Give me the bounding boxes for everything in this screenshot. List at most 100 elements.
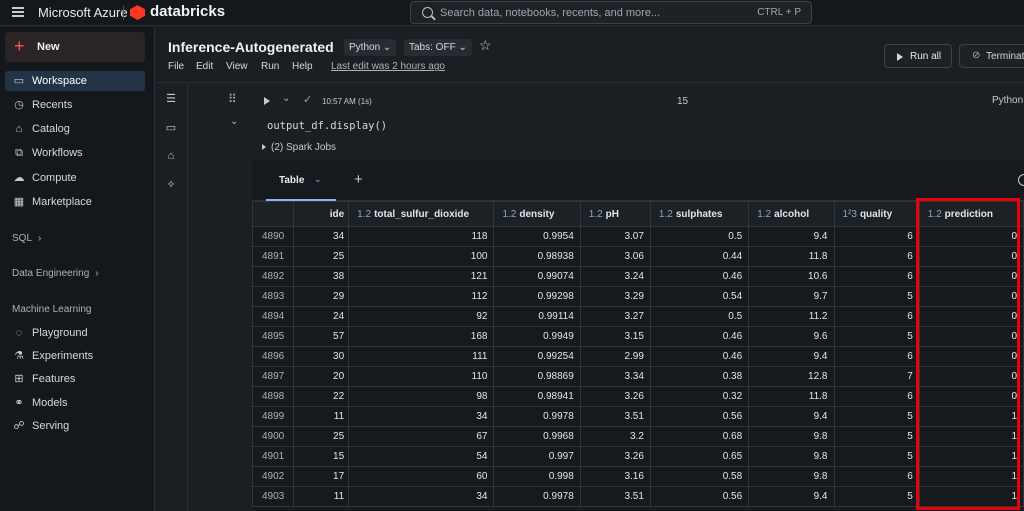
language-selector[interactable]: Python ⌄ (344, 39, 397, 56)
table-cell[interactable]: 3.24 (579, 266, 651, 287)
table-cell[interactable]: 10.6 (748, 266, 835, 287)
table-cell[interactable]: 0 (918, 246, 1024, 267)
table-cell[interactable]: 0.9954 (493, 226, 581, 247)
table-cell[interactable]: 3.15 (579, 326, 651, 347)
table-cell[interactable]: 6 (833, 346, 920, 367)
table-cell[interactable]: 0.44 (649, 246, 750, 267)
table-cell[interactable]: 112 (348, 286, 495, 307)
table-cell[interactable]: 0.54 (649, 286, 750, 307)
menu-edit[interactable]: Edit (196, 61, 213, 72)
table-cell[interactable]: 5 (833, 426, 920, 447)
table-cell[interactable]: 0.98941 (493, 386, 581, 407)
table-cell[interactable]: 168 (348, 326, 495, 347)
table-cell[interactable]: 12.8 (748, 366, 835, 387)
table-cell[interactable]: 3.51 (579, 486, 651, 507)
sidebar-item-playground[interactable]: ◌ Playground (5, 323, 145, 343)
chevron-down-icon[interactable]: ⌄ (314, 174, 322, 185)
table-cell[interactable]: 0.998 (493, 466, 581, 487)
table-cell[interactable]: 15 (292, 446, 350, 467)
table-cell[interactable]: 11.8 (748, 386, 835, 407)
table-cell[interactable]: 34 (348, 406, 495, 427)
table-cell[interactable]: 5 (833, 326, 920, 347)
table-cell[interactable]: 11.8 (748, 246, 835, 267)
table-cell[interactable]: 5 (833, 486, 920, 507)
table-cell[interactable]: 6 (833, 466, 920, 487)
search-icon[interactable] (1018, 174, 1024, 186)
table-cell[interactable]: 0.5 (649, 306, 750, 327)
table-cell[interactable]: 3.16 (579, 466, 651, 487)
row-number-cell[interactable]: 4891 (252, 246, 294, 267)
table-cell[interactable]: 9.4 (748, 486, 835, 507)
table-cell[interactable]: 9.7 (748, 286, 835, 307)
collapse-cell-icon[interactable]: ⌄ (230, 116, 238, 127)
table-cell[interactable]: 0 (918, 386, 1024, 407)
menu-run[interactable]: Run (261, 61, 279, 72)
table-cell[interactable]: 100 (348, 246, 495, 267)
menu-help[interactable]: Help (292, 61, 313, 72)
table-cell[interactable]: 5 (833, 406, 920, 427)
table-cell[interactable]: 6 (833, 306, 920, 327)
sidebar-item-recents[interactable]: ◷ Recents (5, 95, 145, 115)
table-cell[interactable]: 3.26 (579, 386, 651, 407)
column-header[interactable]: 1.2 prediction (918, 201, 1024, 227)
table-cell[interactable]: 11.2 (748, 306, 835, 327)
row-number-cell[interactable]: 4893 (252, 286, 294, 307)
table-cell[interactable]: 0.99298 (493, 286, 581, 307)
table-cell[interactable]: 0 (918, 346, 1024, 367)
column-header[interactable]: 1.2 pH (579, 201, 651, 227)
table-cell[interactable]: 1 (918, 446, 1024, 467)
table-cell[interactable]: 6 (833, 266, 920, 287)
table-cell[interactable]: 0.56 (649, 406, 750, 427)
column-header[interactable]: 1.2 total_sulfur_dioxide (348, 201, 495, 227)
row-number-cell[interactable]: 4894 (252, 306, 294, 327)
table-cell[interactable]: 1 (918, 406, 1024, 427)
catalog-icon[interactable]: ⌂ (164, 149, 178, 163)
column-header[interactable]: 1.2 alcohol (748, 201, 835, 227)
table-cell[interactable]: 20 (292, 366, 350, 387)
table-cell[interactable]: 1 (918, 426, 1024, 447)
tab-table[interactable]: Table ⌄ (266, 160, 336, 201)
table-cell[interactable]: 9.6 (748, 326, 835, 347)
add-visualization-icon[interactable]: + (354, 171, 363, 188)
table-cell[interactable]: 3.29 (579, 286, 651, 307)
table-cell[interactable]: 22 (292, 386, 350, 407)
table-cell[interactable]: 0 (918, 266, 1024, 287)
row-number-cell[interactable]: 4890 (252, 226, 294, 247)
table-cell[interactable]: 5 (833, 286, 920, 307)
table-cell[interactable]: 29 (292, 286, 350, 307)
sidebar-item-compute[interactable]: ☁ Compute (5, 168, 145, 188)
row-number-cell[interactable]: 4896 (252, 346, 294, 367)
sidebar-item-workspace[interactable]: ▭ Workspace (5, 71, 145, 91)
last-edit-link[interactable]: Last edit was 2 hours ago (331, 61, 445, 72)
notebook-title[interactable]: Inference-Autogenerated (168, 39, 334, 55)
terminate-button[interactable]: ⊘ Terminat (959, 44, 1024, 68)
table-cell[interactable]: 9.8 (748, 426, 835, 447)
cell-language[interactable]: Python (992, 95, 1023, 106)
star-icon[interactable]: ☆ (479, 37, 492, 54)
cell-code[interactable]: output_df.display() (267, 120, 387, 132)
table-cell[interactable]: 0 (918, 286, 1024, 307)
table-cell[interactable]: 1 (918, 486, 1024, 507)
row-number-cell[interactable]: 4895 (252, 326, 294, 347)
row-number-cell[interactable]: 4903 (252, 486, 294, 507)
table-cell[interactable]: 98 (348, 386, 495, 407)
column-header[interactable]: 1²3 quality (833, 201, 920, 227)
table-cell[interactable]: 0.46 (649, 346, 750, 367)
table-cell[interactable]: 0.9968 (493, 426, 581, 447)
table-cell[interactable]: 0.46 (649, 326, 750, 347)
table-cell[interactable]: 7 (833, 366, 920, 387)
table-cell[interactable]: 6 (833, 226, 920, 247)
table-cell[interactable]: 9.8 (748, 446, 835, 467)
row-number-cell[interactable]: 4901 (252, 446, 294, 467)
table-cell[interactable]: 0.58 (649, 466, 750, 487)
sidebar-item-experiments[interactable]: ⚗ Experiments (5, 346, 145, 366)
table-cell[interactable]: 92 (348, 306, 495, 327)
table-cell[interactable]: 54 (348, 446, 495, 467)
sidebar-item-catalog[interactable]: ⌂ Catalog (5, 119, 145, 139)
table-cell[interactable]: 0.99114 (493, 306, 581, 327)
menu-icon[interactable] (12, 7, 24, 17)
table-cell[interactable]: 118 (348, 226, 495, 247)
table-cell[interactable]: 0.99254 (493, 346, 581, 367)
sidebar-section-data-engineering[interactable]: Data Engineering › (12, 268, 99, 279)
table-cell[interactable]: 0.99074 (493, 266, 581, 287)
